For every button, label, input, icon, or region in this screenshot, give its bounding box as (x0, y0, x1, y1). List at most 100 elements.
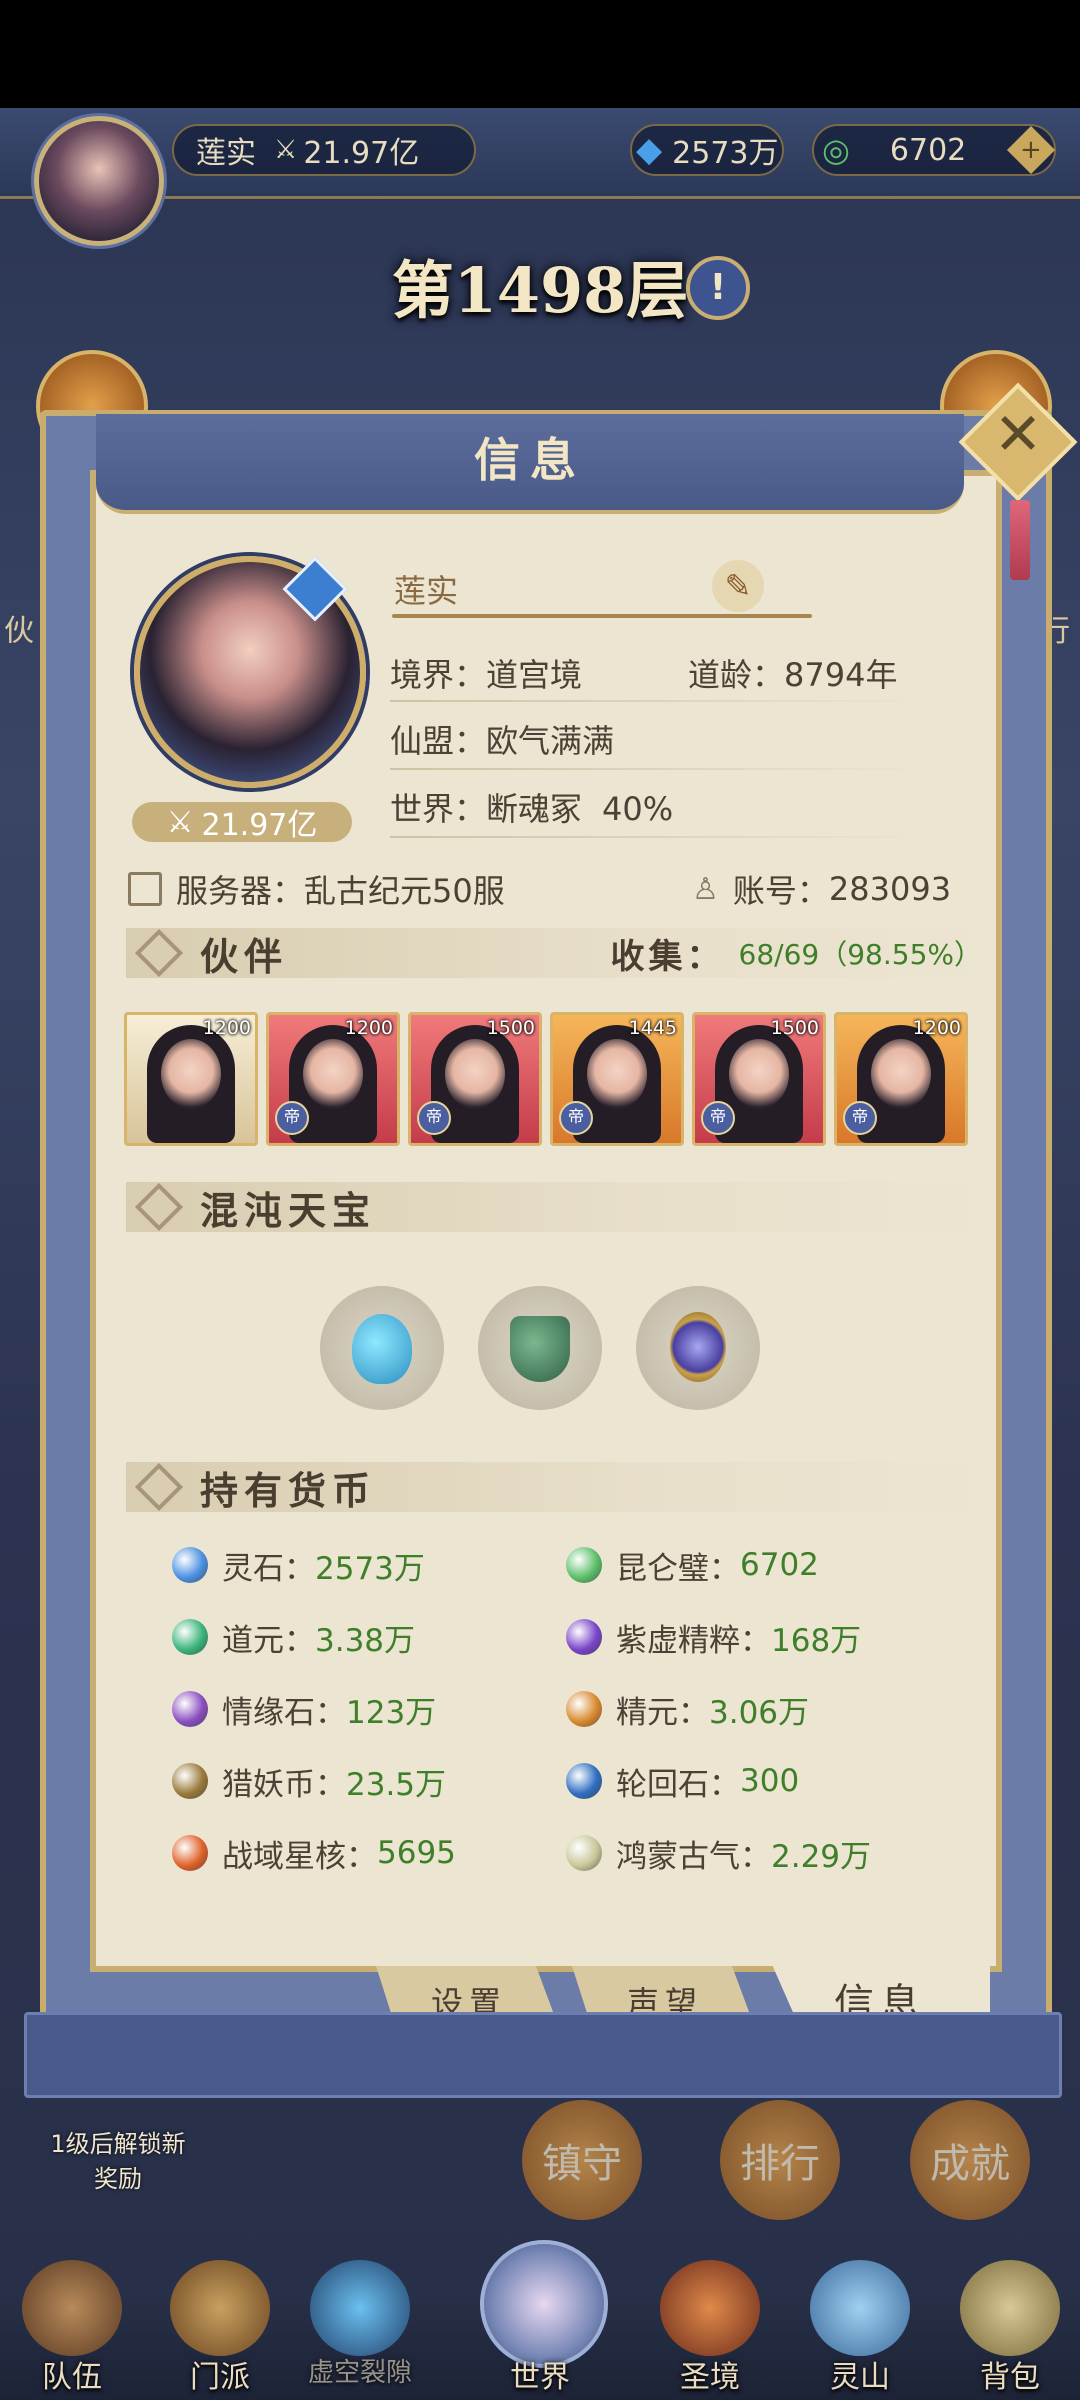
partner-face (445, 1039, 505, 1109)
add-jade-button[interactable]: + (1006, 125, 1056, 175)
emperor-badge: 帝 (417, 1101, 451, 1135)
currency-label: 精元： (616, 1694, 709, 1731)
tassel-decoration (1010, 500, 1030, 580)
currencies-title: 持有货币 (200, 1467, 377, 1513)
player-power: 21.97亿 (303, 136, 420, 171)
section-diamond-icon (134, 1462, 184, 1512)
account-label: 账号： (732, 872, 829, 910)
nav-sect[interactable]: 门派 (160, 2260, 280, 2400)
emperor-badge: 帝 (701, 1101, 735, 1135)
partner-face (161, 1039, 221, 1109)
star-core-icon (172, 1835, 208, 1871)
server-icon (128, 872, 162, 906)
jade-disc-icon (566, 1547, 602, 1583)
partner-card[interactable]: 1200 帝 (834, 1012, 968, 1146)
currency-label: 道元： (222, 1622, 315, 1659)
guard-label: 镇守 (542, 2141, 622, 2187)
treasure-slot-gourd[interactable] (320, 1286, 444, 1410)
currency-row: 紫虚精粹： 168万 (566, 1612, 861, 1662)
currency-row: 精元： 3.06万 (566, 1684, 809, 1734)
emperor-badge: 帝 (843, 1101, 877, 1135)
partner-card[interactable]: 1445 帝 (550, 1012, 684, 1146)
achievement-label: 成就 (930, 2141, 1010, 2187)
age-row: 道龄：8794年 (688, 650, 897, 696)
treasure-slot-cauldron[interactable] (478, 1286, 602, 1410)
partner-level: 1200 (344, 1017, 393, 1039)
divider (390, 836, 930, 838)
partners-header: 伙伴 收集： 68/69（98.55%） (126, 928, 986, 979)
currency-value: 2.29万 (771, 1838, 872, 1875)
nav-void-rift[interactable]: 虚空裂隙 (300, 2260, 420, 2400)
ranking-label: 排行 (740, 2141, 820, 2187)
spirit-stone-value: 2573万 (672, 136, 779, 171)
world-value: 断魂冢 (486, 790, 583, 828)
spirit-stone-counter: ◆ 2573万 (630, 124, 784, 176)
currency-value: 6702 (740, 1547, 819, 1583)
currency-value: 5695 (377, 1835, 456, 1871)
partner-card[interactable]: 1200 帝 (266, 1012, 400, 1146)
currency-value: 23.5万 (346, 1766, 447, 1803)
currency-label: 情缘石： (222, 1694, 346, 1731)
treasures-title: 混沌天宝 (200, 1187, 377, 1233)
unlock-hint-line-1: 1级后解锁新 (50, 2130, 186, 2158)
partner-face (303, 1039, 363, 1109)
divider (390, 768, 930, 770)
treasures-header: 混沌天宝 (126, 1182, 986, 1233)
unlock-hint-line-2: 奖励 (94, 2165, 142, 2193)
server-label: 服务器： (176, 872, 305, 910)
hunt-coin-icon (172, 1763, 208, 1799)
edit-name-brush-icon[interactable]: ✎ (712, 560, 764, 612)
partner-level: 1500 (770, 1017, 819, 1039)
nav-holy-land[interactable]: 圣境 (650, 2260, 770, 2400)
profile-power-badge: ⚔ 21.97亿 (132, 802, 352, 843)
realm-value: 道宫境 (486, 656, 583, 694)
server-row: 服务器： 乱古纪元50服 (128, 866, 505, 912)
info-panel-title-bar: 信息 (96, 414, 964, 514)
divider (390, 700, 930, 702)
partner-level: 1200 (202, 1017, 251, 1039)
collect-value: 68/69（98.55%） (738, 938, 982, 971)
guard-bubble[interactable]: 镇守 (522, 2100, 642, 2220)
treasure-slot-mirror[interactable] (636, 1286, 760, 1410)
partner-card[interactable]: 1500 帝 (408, 1012, 542, 1146)
alliance-row: 仙盟：欧气满满 (390, 716, 614, 762)
jade-counter: ◎ 6702 + (812, 124, 1056, 176)
currency-row: 鸿蒙古气： 2.29万 (566, 1828, 871, 1878)
partner-face (871, 1039, 931, 1109)
spirit-stone-icon: ◆ (636, 130, 663, 170)
currency-label: 猎妖币： (222, 1766, 346, 1803)
profile-name: 莲实 (394, 572, 459, 610)
holy-land-icon (660, 2260, 760, 2356)
partner-card[interactable]: 1500 帝 (692, 1012, 826, 1146)
purple-essence-icon (566, 1619, 602, 1655)
achievement-bubble[interactable]: 成就 (910, 2100, 1030, 2220)
currency-label: 轮回石： (616, 1766, 740, 1803)
nav-bag-label: 背包 (980, 2360, 1040, 2395)
currency-value: 123万 (346, 1694, 437, 1731)
currency-label: 战域星核： (222, 1838, 377, 1875)
ranking-bubble[interactable]: 排行 (720, 2100, 840, 2220)
currency-row: 道元： 3.38万 (172, 1612, 415, 1662)
player-avatar[interactable] (34, 116, 164, 246)
age-value: 8794年 (784, 656, 898, 694)
gourd-icon (352, 1314, 412, 1384)
currency-row: 战域星核： 5695 (172, 1828, 456, 1878)
nav-world[interactable]: 世界 (460, 2240, 620, 2400)
cauldron-icon (510, 1316, 570, 1382)
power-icon: ⚔ (274, 135, 298, 165)
partner-face (587, 1039, 647, 1109)
nav-bag[interactable]: 背包 (950, 2260, 1070, 2400)
nav-team-label: 队伍 (42, 2360, 102, 2395)
partner-card[interactable]: 1200 (124, 1012, 258, 1146)
profile-power: 21.97亿 (201, 808, 318, 843)
currency-row: 灵石： 2573万 (172, 1540, 425, 1590)
currency-row: 昆仑璧： 6702 (566, 1540, 819, 1590)
partner-level: 1500 (486, 1017, 535, 1039)
player-info-pill: 莲实 ⚔ 21.97亿 (172, 124, 476, 176)
nav-team[interactable]: 队伍 (12, 2260, 132, 2400)
floor-info-icon[interactable]: ! (686, 256, 750, 320)
floor-title: 第1498层 (391, 254, 689, 327)
player-name: 莲实 (196, 136, 256, 171)
nav-spirit-mountain[interactable]: 灵山 (800, 2260, 920, 2400)
world-percent: 40% (602, 790, 674, 828)
